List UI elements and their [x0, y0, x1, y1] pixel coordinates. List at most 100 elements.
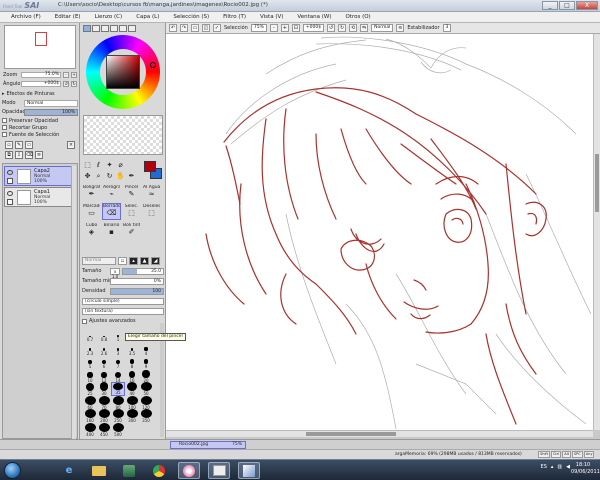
brush-selec[interactable]: Selec. ⬚ [122, 203, 141, 220]
brush-size-preset[interactable]: 35 [111, 382, 125, 396]
saturation-value-square[interactable] [106, 55, 140, 89]
menu-lienzo[interactable]: Lienzo (C) [88, 14, 130, 20]
clock[interactable]: 18:10 09/06/2011 [571, 462, 600, 476]
rotate-cw-icon[interactable]: ↻ [338, 24, 347, 32]
volume-icon[interactable]: ◀ [566, 464, 570, 470]
brush-size-preset[interactable]: 9 [139, 355, 153, 369]
brush-size-preset[interactable]: 6 [97, 355, 111, 369]
brush-boligrafo[interactable]: Bolígrafo✒ [82, 184, 101, 201]
brush-shape-select[interactable]: (círculo simple) [82, 297, 164, 305]
brush-size-preset[interactable]: 450 [97, 422, 111, 437]
swatches-tab[interactable] [119, 25, 127, 32]
layer-item-capa1[interactable]: Capa1 Normal 100% [4, 187, 76, 207]
brush-size-preset[interactable]: 50 [139, 382, 153, 396]
menu-seleccion[interactable]: Selección (S) [166, 14, 216, 20]
lasso-icon[interactable]: ℓ [94, 161, 103, 170]
brush-pincel[interactable]: Pincel ✎ [122, 184, 141, 201]
angle-field[interactable]: +000$ [21, 80, 61, 87]
brush-size-preset[interactable]: 14 [111, 369, 125, 383]
move-icon[interactable]: ✥ [83, 172, 92, 181]
menu-editar[interactable]: Editar (E) [48, 14, 88, 20]
rotate-ccw-icon[interactable]: ↺ [327, 24, 336, 32]
brush-size-preset[interactable]: 1 [111, 328, 125, 342]
horizontal-scroll-thumb[interactable] [306, 432, 396, 436]
brush-size-preset[interactable]: 250 [111, 409, 125, 423]
close-button[interactable]: X [576, 1, 598, 10]
zoom-tool-icon[interactable]: ⌕ [94, 172, 103, 181]
brush-size-preset[interactable]: 70 [97, 395, 111, 410]
brush-size-preset[interactable]: 8 [125, 355, 139, 369]
selection-source-checkbox[interactable] [2, 132, 7, 137]
selection-source-row[interactable]: Fuente de Selección [2, 131, 78, 138]
layer-menu-icon[interactable]: ≡ [35, 151, 43, 159]
angle-field[interactable]: +000$ [302, 24, 325, 32]
opacity-slider[interactable]: 100% [24, 108, 78, 116]
maximize-button[interactable]: □ [559, 1, 575, 10]
brush-size-preset[interactable]: 400 [83, 422, 97, 437]
drawing-canvas[interactable] [166, 34, 593, 430]
document-tab[interactable]: Rocio002.jpg 75% [170, 441, 246, 449]
menu-otros[interactable]: Otros (O) [338, 14, 377, 20]
brush-shape-hard-icon[interactable]: ▴ [129, 256, 138, 265]
scratch-pad[interactable] [83, 115, 163, 155]
paint-app-icon[interactable] [208, 462, 230, 479]
brush-size-preset[interactable]: 160 [83, 409, 97, 423]
rotate-left-button[interactable]: ↺ [63, 80, 69, 87]
brush-size-preset[interactable]: 2.3 [83, 342, 97, 356]
menu-capa[interactable]: Capa (L) [129, 14, 166, 20]
brush-shape-soft-icon[interactable]: ▫ [118, 256, 127, 265]
brush-size-preset[interactable]: 100 [125, 395, 139, 410]
brush-aerografo[interactable]: Aerógrafo⌁ [102, 184, 121, 201]
photos-app-icon[interactable] [178, 462, 200, 479]
brush-size-preset[interactable]: 2.6 [97, 342, 111, 356]
layer-mode-select[interactable]: Normal [24, 99, 78, 107]
menu-filtro[interactable]: Filtro (T) [216, 14, 253, 20]
navigator-preview[interactable] [4, 25, 76, 69]
zoom-select[interactable]: 75% [250, 24, 267, 32]
magic-wand-icon[interactable]: ✦ [105, 161, 114, 170]
brush-shape-sharp-icon[interactable]: ▲ [140, 256, 149, 265]
layer-lock-icon[interactable] [7, 199, 13, 205]
brush-size-preset[interactable]: 20 [139, 369, 153, 383]
menu-archivo[interactable]: Archivo (F) [4, 14, 48, 20]
hand-tool-icon[interactable]: ✋ [116, 172, 125, 181]
clip-group-row[interactable]: Recortar Grupo [2, 124, 78, 131]
color-wheel-tab[interactable] [83, 25, 91, 32]
brush-binario[interactable]: Binario ▪ [102, 222, 121, 239]
brush-deselec[interactable]: Deselec.⬚ [142, 203, 161, 220]
size-multiplier-select[interactable]: x 1.0 [110, 267, 120, 279]
folder-icon[interactable] [88, 462, 110, 479]
brush-size-preset[interactable]: 120 [139, 395, 153, 410]
new-layer-icon[interactable]: ▫ [5, 141, 13, 149]
brush-size-preset[interactable]: 40 [125, 382, 139, 396]
chevron-up-icon[interactable]: ▴ [551, 464, 554, 470]
zoom-in-button[interactable]: + [71, 71, 77, 78]
menu-vista[interactable]: Vista (V) [253, 14, 290, 20]
start-button[interactable] [4, 462, 21, 479]
preserve-opacity-row[interactable]: Preservar Opacidad [2, 117, 78, 124]
size-slider[interactable]: 35.0 [122, 267, 164, 275]
zoom-reset-icon[interactable]: ⊡ [291, 24, 300, 32]
primary-color-swatch[interactable] [144, 161, 156, 172]
stabilizer-icon[interactable]: ≋ [396, 24, 405, 32]
deselect-icon[interactable]: ▭ [191, 24, 199, 32]
zoom-in-icon[interactable]: + [280, 24, 289, 32]
gradient-tab[interactable] [110, 25, 118, 32]
zoom-out-icon[interactable]: - [269, 24, 278, 32]
brush-size-preset[interactable]: 500 [111, 422, 125, 437]
visibility-eye-icon[interactable] [7, 191, 13, 196]
merge-down-icon[interactable]: ⇩ [15, 151, 23, 159]
layer-list-scrollbar[interactable] [71, 166, 76, 452]
brush-size-preset[interactable]: 4 [139, 342, 153, 356]
invert-selection-icon[interactable]: ◫ [202, 24, 210, 32]
eyedropper-icon[interactable]: ⌀ [116, 161, 125, 170]
rotate-right-button[interactable]: ↻ [71, 80, 77, 87]
brush-size-preset[interactable]: 0.7 [83, 328, 97, 342]
color-wheel[interactable] [86, 35, 160, 109]
stabilizer-select[interactable]: 3 [442, 24, 452, 32]
new-folder-icon[interactable]: ▭ [25, 141, 33, 149]
brush-size-preset[interactable]: 30 [97, 382, 111, 396]
brush-size-preset[interactable]: 80 [111, 395, 125, 410]
canvas-vertical-scrollbar[interactable] [593, 34, 600, 430]
brush-size-preset[interactable]: 7 [111, 355, 125, 369]
